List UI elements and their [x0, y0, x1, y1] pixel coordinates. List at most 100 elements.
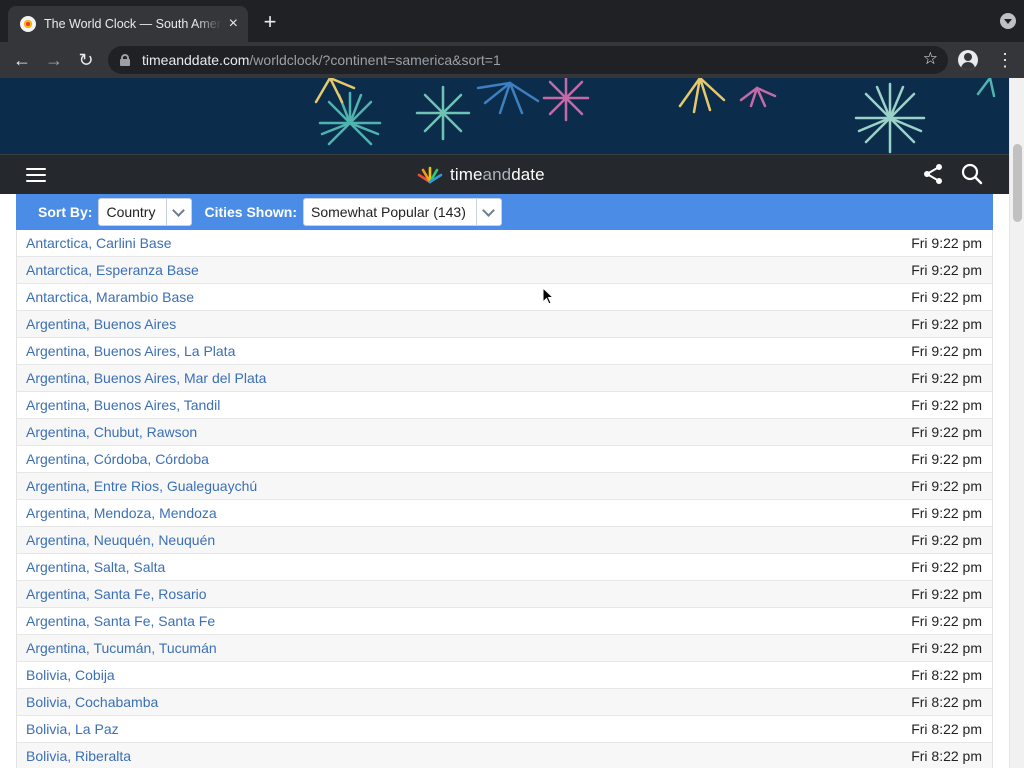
tab-close-icon[interactable]: ×	[229, 16, 238, 32]
page-scrollbar[interactable]	[1009, 78, 1024, 768]
logo-sunburst-icon	[417, 166, 443, 184]
city-time: Fri 8:22 pm	[911, 694, 982, 710]
scrollbar-thumb[interactable]	[1013, 144, 1022, 222]
table-row: Argentina, Chubut, Rawson Fri 9:22 pm	[17, 419, 992, 446]
world-clock-table: Antarctica, Carlini Base Fri 9:22 pm Antar…	[16, 230, 993, 768]
site-logo[interactable]: timeanddate	[416, 164, 545, 186]
city-link[interactable]: Bolivia, Cobija	[26, 667, 115, 683]
city-time: Fri 8:22 pm	[911, 721, 982, 737]
city-time: Fri 8:22 pm	[911, 667, 982, 683]
city-time: Fri 9:22 pm	[911, 370, 982, 386]
page-viewport: timeanddate Sort By: Country Cities Show…	[0, 78, 1024, 768]
forward-button[interactable]: →	[42, 48, 66, 72]
city-link[interactable]: Argentina, Mendoza, Mendoza	[26, 505, 217, 521]
city-time: Fri 9:22 pm	[911, 586, 982, 602]
hamburger-menu-icon[interactable]	[26, 168, 46, 182]
table-row: Argentina, Buenos Aires, La Plata Fri 9:2…	[17, 338, 992, 365]
table-row: Argentina, Entre Rios, Gualeguaychú Fri 9…	[17, 473, 992, 500]
city-time: Fri 8:22 pm	[911, 748, 982, 764]
sort-by-select[interactable]: Country	[98, 198, 193, 226]
city-link[interactable]: Argentina, Santa Fe, Rosario	[26, 586, 207, 602]
filter-bar: Sort By: Country Cities Shown: Somewhat …	[16, 194, 993, 230]
table-row: Argentina, Córdoba, Córdoba Fri 9:22 pm	[17, 446, 992, 473]
city-link[interactable]: Argentina, Córdoba, Córdoba	[26, 451, 209, 467]
table-row: Argentina, Buenos Aires, Mar del Plata Fr…	[17, 365, 992, 392]
address-bar[interactable]: timeanddate.com/worldclock/?continent=sa…	[108, 46, 948, 74]
reload-button[interactable]: ↻	[74, 48, 98, 72]
city-time: Fri 9:22 pm	[911, 343, 982, 359]
city-time: Fri 9:22 pm	[911, 640, 982, 656]
city-link[interactable]: Argentina, Buenos Aires, La Plata	[26, 343, 235, 359]
lock-icon[interactable]	[120, 54, 130, 66]
city-link[interactable]: Antarctica, Carlini Base	[26, 235, 172, 251]
city-time: Fri 9:22 pm	[911, 289, 982, 305]
city-link[interactable]: Argentina, Neuquén, Neuquén	[26, 532, 215, 548]
city-time: Fri 9:22 pm	[911, 505, 982, 521]
table-row: Argentina, Santa Fe, Santa Fe Fri 9:22 pm	[17, 608, 992, 635]
fireworks-banner	[0, 78, 1009, 154]
city-link[interactable]: Antarctica, Marambio Base	[26, 289, 194, 305]
chevron-down-icon	[166, 199, 191, 225]
city-time: Fri 9:22 pm	[911, 235, 982, 251]
fireworks-illustration	[314, 78, 996, 154]
table-row: Antarctica, Marambio Base Fri 9:22 pm	[17, 284, 992, 311]
browser-toolbar: ← → ↻ timeanddate.com/worldclock/?contin…	[0, 42, 1024, 78]
cities-shown-label: Cities Shown:	[204, 204, 298, 220]
search-icon[interactable]	[961, 163, 983, 185]
table-row: Bolivia, Cobija Fri 8:22 pm	[17, 662, 992, 689]
table-row: Argentina, Mendoza, Mendoza Fri 9:22 pm	[17, 500, 992, 527]
cities-shown-value: Somewhat Popular (143)	[311, 204, 466, 220]
browser-tab-strip: The World Clock — South America × +	[0, 0, 1024, 42]
cities-shown-select[interactable]: Somewhat Popular (143)	[303, 198, 503, 226]
city-time: Fri 9:22 pm	[911, 451, 982, 467]
city-link[interactable]: Argentina, Buenos Aires, Mar del Plata	[26, 370, 266, 386]
tab-title: The World Clock — South America	[44, 17, 222, 31]
city-time: Fri 9:22 pm	[911, 397, 982, 413]
table-row: Antarctica, Esperanza Base Fri 9:22 pm	[17, 257, 992, 284]
browser-menu-icon[interactable]: ⋮	[996, 48, 1014, 72]
mouse-cursor-icon	[542, 287, 554, 305]
city-time: Fri 9:22 pm	[911, 559, 982, 575]
table-row: Bolivia, La Paz Fri 8:22 pm	[17, 716, 992, 743]
city-link[interactable]: Bolivia, Cochabamba	[26, 694, 158, 710]
city-time: Fri 9:22 pm	[911, 316, 982, 332]
url-host: timeanddate.com	[142, 52, 250, 68]
site-header: timeanddate	[0, 154, 1009, 194]
city-link[interactable]: Antarctica, Esperanza Base	[26, 262, 199, 278]
profile-avatar-icon[interactable]	[958, 50, 978, 70]
city-time: Fri 9:22 pm	[911, 478, 982, 494]
city-link[interactable]: Bolivia, La Paz	[26, 721, 119, 737]
city-link[interactable]: Bolivia, Riberalta	[26, 748, 131, 764]
table-row: Argentina, Santa Fe, Rosario Fri 9:22 pm	[17, 581, 992, 608]
table-row: Argentina, Salta, Salta Fri 9:22 pm	[17, 554, 992, 581]
table-row: Antarctica, Carlini Base Fri 9:22 pm	[17, 230, 992, 257]
city-link[interactable]: Argentina, Entre Rios, Gualeguaychú	[26, 478, 257, 494]
url-path: /worldclock/?continent=samerica&sort=1	[249, 52, 501, 68]
browser-tab[interactable]: The World Clock — South America ×	[8, 6, 248, 42]
table-row: Argentina, Tucumán, Tucumán Fri 9:22 pm	[17, 635, 992, 662]
sort-by-value: Country	[106, 204, 156, 220]
table-row: Argentina, Buenos Aires Fri 9:22 pm	[17, 311, 992, 338]
site-favicon-icon	[20, 16, 36, 32]
table-row: Argentina, Buenos Aires, Tandil Fri 9:22 …	[17, 392, 992, 419]
table-row: Argentina, Neuquén, Neuquén Fri 9:22 pm	[17, 527, 992, 554]
new-tab-button[interactable]: +	[258, 10, 282, 34]
sort-by-label: Sort By:	[38, 204, 93, 220]
bookmark-star-icon[interactable]: ☆	[923, 49, 938, 69]
back-button[interactable]: ←	[10, 48, 34, 72]
logo-text: timeanddate	[450, 165, 545, 184]
tab-search-icon[interactable]	[1000, 13, 1016, 29]
table-row: Bolivia, Cochabamba Fri 8:22 pm	[17, 689, 992, 716]
city-link[interactable]: Argentina, Buenos Aires, Tandil	[26, 397, 220, 413]
city-link[interactable]: Argentina, Salta, Salta	[26, 559, 165, 575]
city-link[interactable]: Argentina, Tucumán, Tucumán	[26, 640, 217, 656]
city-link[interactable]: Argentina, Chubut, Rawson	[26, 424, 197, 440]
share-icon[interactable]	[922, 163, 944, 185]
city-link[interactable]: Argentina, Santa Fe, Santa Fe	[26, 613, 215, 629]
city-time: Fri 9:22 pm	[911, 262, 982, 278]
city-time: Fri 9:22 pm	[911, 532, 982, 548]
table-row: Bolivia, Riberalta Fri 8:22 pm	[17, 743, 992, 768]
city-time: Fri 9:22 pm	[911, 613, 982, 629]
city-link[interactable]: Argentina, Buenos Aires	[26, 316, 176, 332]
chevron-down-icon	[476, 199, 501, 225]
